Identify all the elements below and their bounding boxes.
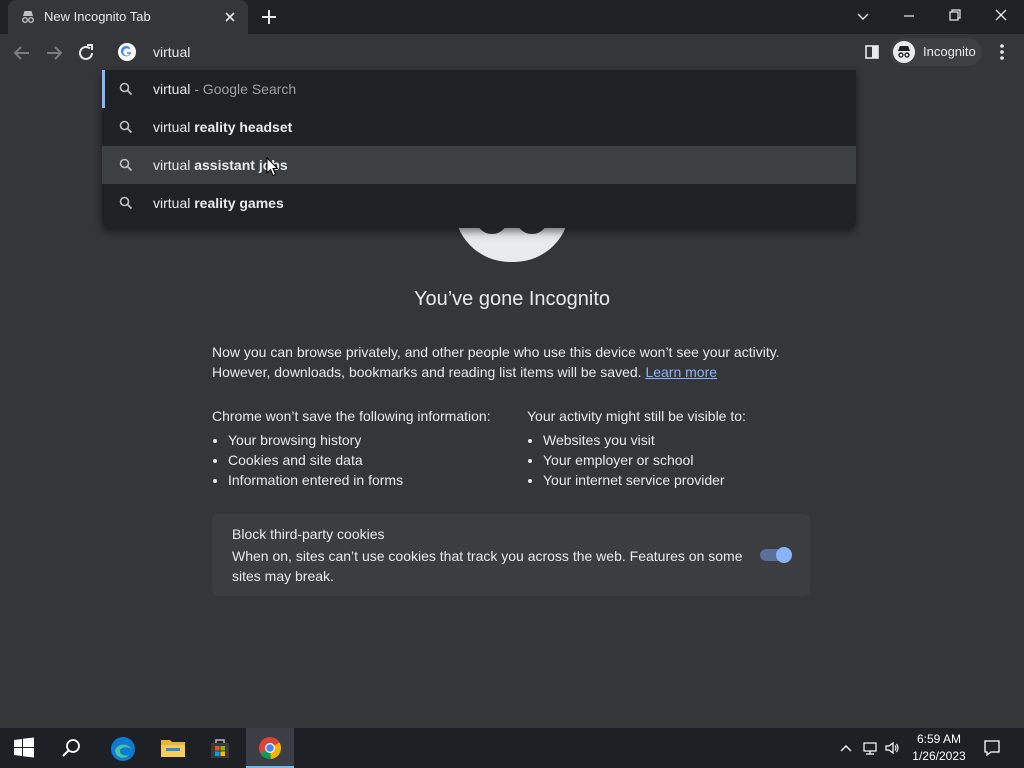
suggestion-prefix: virtual <box>153 81 191 97</box>
still-visible-title-post: still be visible to: <box>640 408 746 424</box>
incognito-profile-button[interactable]: Incognito <box>890 38 982 66</box>
cookies-description: When on, sites can’t use cookies that tr… <box>232 548 743 584</box>
chrome-icon <box>259 737 282 760</box>
cookies-title: Block third-party cookies <box>232 526 385 542</box>
more-menu-icon[interactable] <box>994 42 1010 62</box>
selection-indicator <box>102 70 105 108</box>
tab-strip: New Incognito Tab <box>0 0 1024 34</box>
search-icon <box>119 82 133 96</box>
address-bar[interactable]: virtual <box>102 34 856 70</box>
search-icon <box>62 739 80 757</box>
close-tab-icon[interactable] <box>222 9 238 25</box>
address-bar-text[interactable]: virtual <box>153 44 190 60</box>
suggestion-suffix: - Google Search <box>190 81 297 97</box>
block-cookies-toggle[interactable] <box>760 547 792 563</box>
close-window-icon[interactable] <box>989 6 1013 26</box>
page-title: You’ve gone Incognito <box>413 288 611 310</box>
minimize-icon[interactable] <box>897 6 921 26</box>
file-explorer-icon <box>161 740 185 757</box>
still-visible-title: Your activity might still be visible to: <box>527 406 817 426</box>
search-icon <box>119 158 133 172</box>
suggestion-text: virtual reality games <box>153 195 284 211</box>
incognito-label: Incognito <box>923 44 976 59</box>
still-visible-list: Websites you visit Your employer or scho… <box>527 430 817 490</box>
list-item: Cookies and site data <box>228 450 512 470</box>
notification-icon[interactable] <box>983 739 1001 757</box>
restore-icon[interactable] <box>943 6 967 26</box>
taskbar-file-explorer[interactable] <box>148 728 196 768</box>
start-button[interactable] <box>0 728 48 768</box>
tab-title: New Incognito Tab <box>44 9 151 24</box>
suggestion-item[interactable]: virtual - Google Search <box>102 70 856 108</box>
edge-icon <box>111 737 135 761</box>
reload-icon[interactable] <box>75 42 97 64</box>
list-item: Your internet service provider <box>543 470 817 490</box>
suggestion-item[interactable]: virtual reality headset <box>102 108 856 146</box>
volume-icon[interactable] <box>884 740 900 756</box>
wont-save-section: Chrome won’t save the following informat… <box>212 406 512 490</box>
store-icon <box>211 739 229 758</box>
suggestion-prefix: virtual <box>153 195 195 211</box>
network-icon[interactable] <box>862 740 878 756</box>
start-icon <box>14 737 34 758</box>
clock-time: 6:59 AM <box>916 732 962 746</box>
list-item: Websites you visit <box>543 430 817 450</box>
incognito-icon <box>22 11 34 23</box>
suggestion-prefix: virtual <box>153 157 195 173</box>
still-visible-title-pre: Your activity <box>527 408 606 424</box>
suggestion-completion: reality headset <box>194 119 293 135</box>
new-tab-icon[interactable] <box>260 8 278 26</box>
system-clock[interactable]: 6:59 AM 1/26/2023 <box>906 731 972 765</box>
back-icon[interactable] <box>11 42 33 64</box>
tab-search-icon[interactable] <box>851 6 875 26</box>
learn-more-link[interactable]: Learn more <box>645 364 717 380</box>
taskbar: 6:59 AM 1/26/2023 <box>0 728 1024 768</box>
search-icon <box>119 196 133 210</box>
third-party-cookies-card: Block third-party cookies When on, sites… <box>212 514 810 596</box>
incognito-avatar-icon <box>893 41 915 63</box>
search-icon <box>119 120 133 134</box>
still-visible-title-bold: might <box>605 408 641 424</box>
taskbar-chrome[interactable] <box>246 728 294 768</box>
taskbar-store[interactable] <box>196 728 244 768</box>
google-icon <box>118 43 136 61</box>
toggle-thumb <box>776 547 792 563</box>
suggestion-completion: reality games <box>194 195 284 211</box>
list-item: Your browsing history <box>228 430 512 450</box>
suggestion-prefix: virtual <box>153 119 195 135</box>
suggestion-text: virtual - Google Search <box>153 81 296 97</box>
suggestion-text: virtual reality headset <box>153 119 292 135</box>
suggestion-item[interactable]: virtual assistant jobs <box>102 146 856 184</box>
tab-new-incognito[interactable]: New Incognito Tab <box>8 0 248 34</box>
taskbar-search[interactable] <box>48 728 96 768</box>
clock-date: 1/26/2023 <box>912 749 966 763</box>
list-item: Information entered in forms <box>228 470 512 490</box>
intro-text: Now you can browse privately, and other … <box>212 342 812 382</box>
list-item: Your employer or school <box>543 450 817 470</box>
side-panel-icon[interactable] <box>864 44 880 60</box>
chevron-up-icon[interactable] <box>838 740 854 756</box>
taskbar-edge[interactable] <box>98 728 146 768</box>
still-visible-section: Your activity might still be visible to:… <box>527 406 817 490</box>
forward-icon[interactable] <box>43 42 65 64</box>
wont-save-list: Your browsing history Cookies and site d… <box>212 430 512 490</box>
suggestion-item[interactable]: virtual reality games <box>102 184 856 222</box>
omnibox-suggestions: virtual - Google Search virtual reality … <box>102 70 856 228</box>
mouse-cursor-icon <box>266 157 278 177</box>
wont-save-title: Chrome won’t save the following informat… <box>212 408 491 424</box>
